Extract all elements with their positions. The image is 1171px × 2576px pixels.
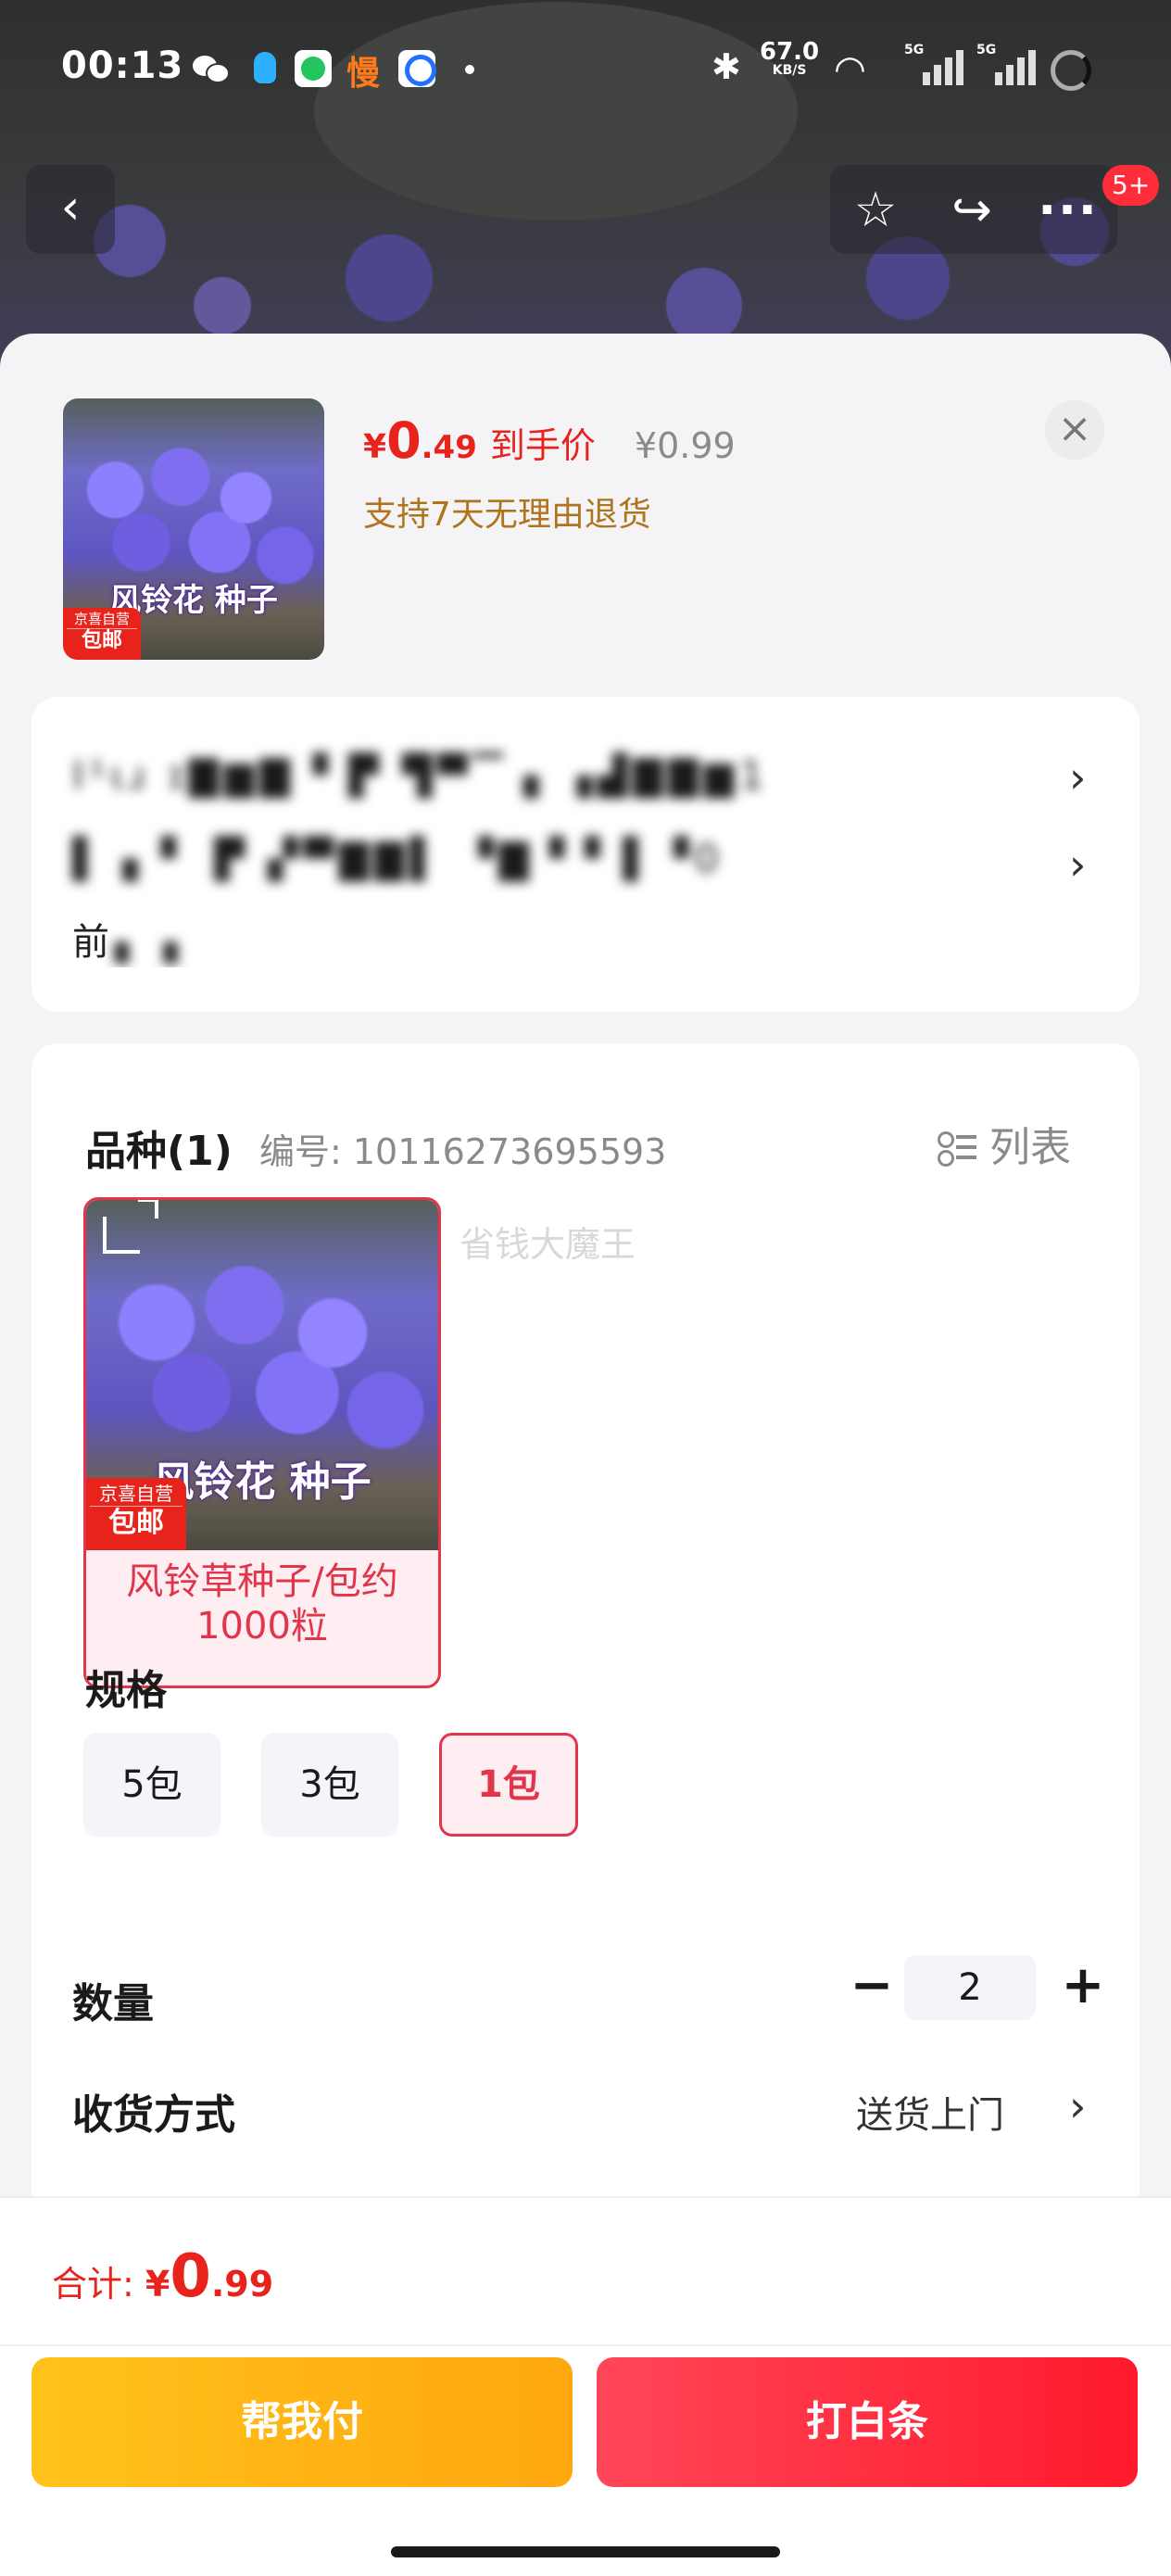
chevron-right-icon: › xyxy=(1069,752,1087,802)
cell-signal-icon-2: 5G xyxy=(976,43,1036,85)
jd-self-operated-tag: 京喜自营 包邮 xyxy=(86,1478,186,1550)
original-price: ¥0.99 xyxy=(634,425,736,466)
cell-signal-icon: 5G xyxy=(904,43,963,85)
divider xyxy=(0,2344,1171,2346)
tag-self-operated: 京喜自营 xyxy=(67,610,137,629)
total-integer: 0 xyxy=(170,2242,211,2311)
help-me-pay-button[interactable]: 帮我付 xyxy=(31,2357,573,2487)
tag-self-operated: 京喜自营 xyxy=(90,1482,183,1507)
address-line-2: ▌▗ ▘ ▛ ▞▀▇▇▌ ▝▇▝▝ ▌▝0 xyxy=(72,836,724,881)
status-time: 00:13 xyxy=(61,44,184,87)
total-label: 合计: xyxy=(52,2264,145,2305)
network-speed-value: 67.0 xyxy=(760,38,820,66)
price-row: ¥0.49 到手价 ¥0.99 xyxy=(363,411,736,476)
top-action-group: ☆ ↪ ··· xyxy=(830,165,1117,254)
list-toggle-label: 列表 xyxy=(989,1124,1071,1171)
tag-free-shipping: 包邮 xyxy=(108,1507,164,1539)
product-code: 编号: 10116273695593 xyxy=(259,1131,667,1172)
address-line-3: 前▖▗ xyxy=(72,912,1038,967)
qq-icon xyxy=(246,50,283,87)
price-integer: 0 xyxy=(386,411,422,470)
spec-option-5-pack[interactable]: 5包 xyxy=(83,1733,220,1837)
status-bar: 00:13 慢 ✱ 67.0 KB/S ◠ 5G 5G xyxy=(0,37,1171,102)
jd-self-operated-tag: 京喜自营 包邮 xyxy=(63,608,141,660)
total-decimal: .99 xyxy=(210,2264,274,2305)
watermark: 省钱大魔王 xyxy=(460,1224,636,1265)
address-line-1: I¹ɩɹ ɪ▇▆▇ ▘▛ ▜▀▔▗ ▗▟▇▇▆1 xyxy=(72,752,770,798)
cell-signal-type-2: 5G xyxy=(976,43,997,57)
variety-title: 品种(1) xyxy=(85,1128,233,1175)
man-app-icon: 慢 xyxy=(346,55,381,93)
list-view-toggle[interactable]: 列表 xyxy=(938,1114,1071,1173)
shipping-method-title: 收货方式 xyxy=(72,2091,235,2139)
tag-free-shipping: 包邮 xyxy=(81,629,122,652)
quantity-input[interactable]: 2 xyxy=(904,1955,1036,2020)
list-icon xyxy=(938,1128,976,1167)
baitiao-credit-button[interactable]: 打白条 xyxy=(597,2357,1138,2487)
message-app-icon xyxy=(295,50,332,87)
total-price: 合计: ¥0.99 xyxy=(52,2242,273,2311)
price-decimal: .49 xyxy=(421,429,477,466)
product-thumbnail[interactable]: 风铃花 种子 京喜自营 包邮 xyxy=(63,398,324,660)
address-line-3-blurred: ▖▗ xyxy=(115,921,183,964)
spec-option-3-pack[interactable]: 3包 xyxy=(261,1733,398,1837)
bluetooth-icon: ✱ xyxy=(711,46,741,87)
variety-option-selected[interactable]: 风铃花 种子 京喜自营 包邮 风铃草种子/包约1000粒 xyxy=(83,1197,441,1688)
chevron-right-icon[interactable]: › xyxy=(1069,2081,1086,2131)
price-currency: ¥ xyxy=(363,428,387,466)
back-button[interactable]: ‹ xyxy=(26,165,115,254)
favorite-star-icon[interactable]: ☆ xyxy=(843,178,908,243)
quantity-title: 数量 xyxy=(72,1980,154,2027)
expand-icon[interactable] xyxy=(103,1200,158,1254)
checkout-bar: 合计: ¥0.99 帮我付 打白条 xyxy=(0,2196,1171,2576)
return-policy: 支持7天无理由退货 xyxy=(363,496,651,534)
quantity-decrease-button[interactable]: − xyxy=(839,1955,904,2020)
quantity-increase-button[interactable]: + xyxy=(1051,1955,1115,2020)
delivery-address-card[interactable]: I¹ɩɹ ɪ▇▆▇ ▘▛ ▜▀▔▗ ▗▟▇▇▆1 › ▌▗ ▘ ▛ ▞▀▇▇▌ … xyxy=(31,697,1140,1012)
variety-label: 风铃草种子/包约1000粒 xyxy=(126,1560,398,1648)
wechat-icon xyxy=(191,50,230,87)
message-badge: 5+ xyxy=(1102,165,1160,206)
spec-title: 规格 xyxy=(85,1667,167,1714)
final-price-label: 到手价 xyxy=(489,425,596,466)
spec-option-1-pack-selected[interactable]: 1包 xyxy=(439,1733,578,1837)
share-icon[interactable]: ↪ xyxy=(939,178,1004,243)
product-summary: 风铃花 种子 京喜自营 包邮 ¥0.49 到手价 ¥0.99 支持7天无理由退货 × xyxy=(0,334,1171,686)
wifi-icon: ◠ xyxy=(834,48,866,91)
shipping-method-value[interactable]: 送货上门 xyxy=(856,2085,1004,2139)
address-line-3-prefix: 前 xyxy=(72,921,115,964)
total-currency: ¥ xyxy=(145,2264,170,2305)
more-notifications-dot xyxy=(465,65,474,74)
close-button[interactable]: × xyxy=(1045,400,1104,460)
home-indicator[interactable] xyxy=(391,2546,780,2557)
browser-app-icon xyxy=(398,50,436,87)
more-icon[interactable]: ··· xyxy=(1036,178,1101,243)
chevron-right-icon: › xyxy=(1069,840,1087,890)
battery-icon xyxy=(1051,50,1091,91)
network-speed: 67.0 KB/S xyxy=(760,38,820,78)
cell-signal-type: 5G xyxy=(904,43,925,57)
